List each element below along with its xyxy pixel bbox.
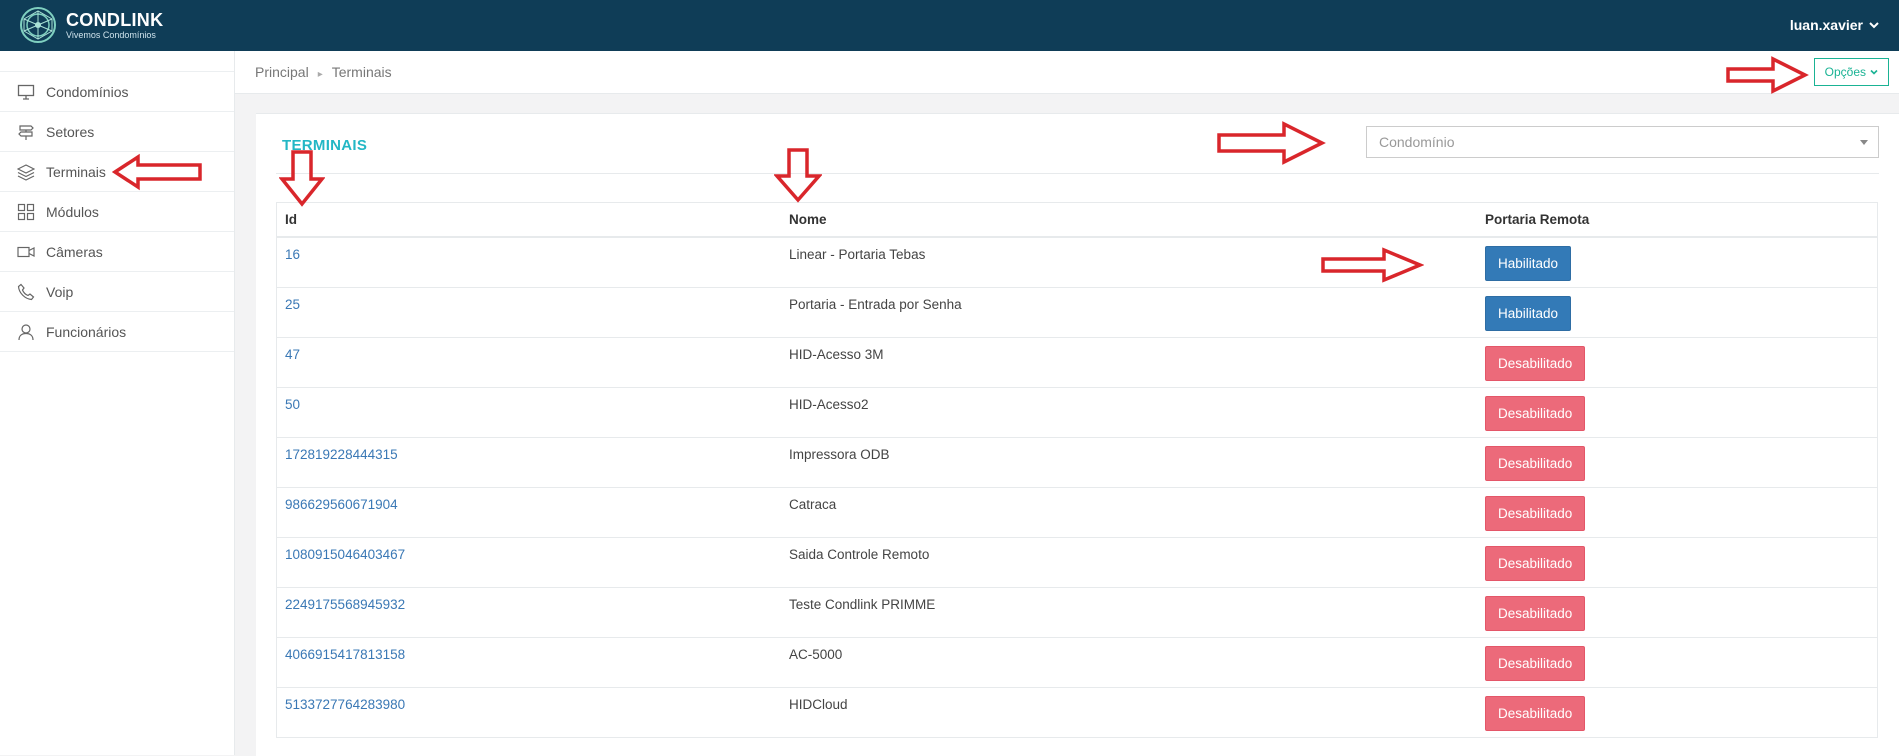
table-row: 16 Linear - Portaria Tebas Habilitado (276, 236, 1878, 287)
options-label: Opções (1824, 65, 1866, 79)
annotation-arrow-down-icon (279, 150, 325, 207)
layers-icon (16, 163, 36, 181)
terminal-name: Portaria - Entrada por Senha (781, 286, 1477, 337)
terminal-name: Catraca (781, 486, 1477, 537)
terminal-id-link[interactable]: 16 (285, 247, 300, 262)
remote-gate-status-button[interactable]: Habilitado (1485, 295, 1572, 331)
remote-gate-status-button[interactable]: Habilitado (1485, 246, 1572, 281)
terminal-name: HID-Acesso2 (781, 386, 1477, 437)
table-row: 2249175568945932 Teste Condlink PRIMME D… (276, 586, 1878, 637)
breadcrumb-terminais: Terminais (331, 64, 392, 80)
chevron-down-icon (1870, 69, 1878, 75)
remote-gate-status-button[interactable]: Desabilitado (1485, 395, 1586, 431)
condominio-select-placeholder: Condomínio (1379, 134, 1455, 150)
sidebar-item-label: Setores (46, 123, 95, 140)
sidebar-item-label: Terminais (46, 163, 106, 180)
breadcrumb-principal[interactable]: Principal (255, 64, 309, 80)
terminal-name: HID-Acesso 3M (781, 336, 1477, 387)
terminal-id-link[interactable]: 4066915417813158 (285, 647, 405, 662)
terminal-id-link[interactable]: 986629560671904 (285, 497, 398, 512)
breadcrumb-separator: ▸ (317, 69, 323, 80)
terminal-id-link[interactable]: 172819228444315 (285, 447, 398, 462)
table-row: 1080915046403467 Saida Controle Remoto D… (276, 536, 1878, 587)
brand-tagline: Vivemos Condomínios (66, 29, 156, 40)
terminal-id-link[interactable]: 47 (285, 347, 300, 362)
terminal-id-link[interactable]: 50 (285, 397, 300, 412)
sidebar-item-label: Câmeras (46, 243, 103, 260)
sidebar-item-cameras[interactable]: Câmeras (0, 232, 234, 272)
terminal-name: HIDCloud (781, 686, 1477, 737)
sidebar-item-voip[interactable]: Voip (0, 272, 234, 312)
options-dropdown-button[interactable]: Opções (1813, 58, 1889, 86)
top-navbar: CONDLINK Vivemos Condomínios luan.xavier (0, 0, 1899, 51)
sidebar-item-label: Voip (46, 283, 74, 300)
chevron-down-icon (1869, 22, 1879, 29)
annotation-arrow-down-icon (774, 148, 822, 203)
sidebar-item-label: Condomínios (46, 83, 129, 100)
user-menu[interactable]: luan.xavier (1790, 17, 1879, 33)
remote-gate-status-button[interactable]: Desabilitado (1485, 695, 1586, 731)
condominio-select[interactable]: Condomínio (1366, 126, 1879, 158)
remote-gate-status-button[interactable]: Desabilitado (1485, 645, 1586, 681)
annotation-arrow-right-icon (1321, 247, 1424, 283)
remote-gate-status-button[interactable]: Desabilitado (1485, 495, 1586, 531)
sidebar-item-label: Funcionários (46, 323, 127, 340)
table-row: 50 HID-Acesso2 Desabilitado (276, 386, 1878, 437)
grid-icon (16, 203, 36, 221)
terminal-id-link[interactable]: 2249175568945932 (285, 597, 405, 612)
table-row: 4066915417813158 AC-5000 Desabilitado (276, 636, 1878, 687)
table-header-row: Id Nome Portaria Remota (276, 202, 1878, 238)
sidebar-item-modulos[interactable]: Módulos (0, 192, 234, 232)
remote-gate-status-button[interactable]: Desabilitado (1485, 545, 1586, 581)
table-row: 986629560671904 Catraca Desabilitado (276, 486, 1878, 537)
user-icon (16, 323, 36, 341)
table-row: 47 HID-Acesso 3M Desabilitado (276, 336, 1878, 387)
terminal-name: AC-5000 (781, 636, 1477, 687)
caret-down-icon (1860, 140, 1868, 145)
remote-gate-status-button[interactable]: Desabilitado (1485, 445, 1586, 481)
terminals-panel: TERMINAIS Condomínio Id Nome Portaria Re… (256, 113, 1899, 756)
terminal-name: Impressora ODB (781, 436, 1477, 487)
remote-gate-status-button[interactable]: Desabilitado (1485, 595, 1586, 631)
table-row: 25 Portaria - Entrada por Senha Habilita… (276, 286, 1878, 337)
column-header-portaria-remota[interactable]: Portaria Remota (1477, 202, 1878, 238)
annotation-arrow-right-icon (1726, 56, 1809, 94)
terminals-table: Id Nome Portaria Remota 16 Linear - Port… (276, 202, 1878, 738)
divider (276, 173, 1879, 174)
column-header-id[interactable]: Id (276, 202, 781, 238)
brand-name: CONDLINK (66, 9, 164, 30)
phone-icon (16, 283, 36, 301)
brand-logo[interactable]: CONDLINK Vivemos Condomínios (18, 4, 163, 46)
terminal-name: Teste Condlink PRIMME (781, 586, 1477, 637)
sidebar-item-funcionarios[interactable]: Funcionários (0, 312, 234, 352)
terminal-id-link[interactable]: 1080915046403467 (285, 547, 405, 562)
signpost-icon (16, 123, 36, 141)
sidebar-item-setores[interactable]: Setores (0, 112, 234, 152)
sidebar-item-condominios[interactable]: Condomínios (0, 71, 234, 112)
monitor-icon (16, 83, 36, 101)
breadcrumb-bar: Principal ▸ Terminais Opções (235, 51, 1899, 94)
terminal-id-link[interactable]: 5133727764283980 (285, 697, 405, 712)
breadcrumb: Principal ▸ Terminais (255, 64, 392, 80)
terminal-name: Saida Controle Remoto (781, 536, 1477, 587)
column-header-nome[interactable]: Nome (781, 202, 1477, 238)
video-camera-icon (16, 243, 36, 261)
table-row: 172819228444315 Impressora ODB Desabilit… (276, 436, 1878, 487)
annotation-arrow-right-icon (1217, 121, 1326, 165)
remote-gate-status-button[interactable]: Desabilitado (1485, 345, 1586, 381)
table-row: 5133727764283980 HIDCloud Desabilitado (276, 686, 1878, 737)
terminal-id-link[interactable]: 25 (285, 297, 300, 312)
sidebar-item-label: Módulos (46, 203, 99, 220)
user-name: luan.xavier (1789, 17, 1863, 33)
logo-globe-icon (20, 7, 56, 43)
annotation-arrow-left-icon (112, 153, 202, 191)
